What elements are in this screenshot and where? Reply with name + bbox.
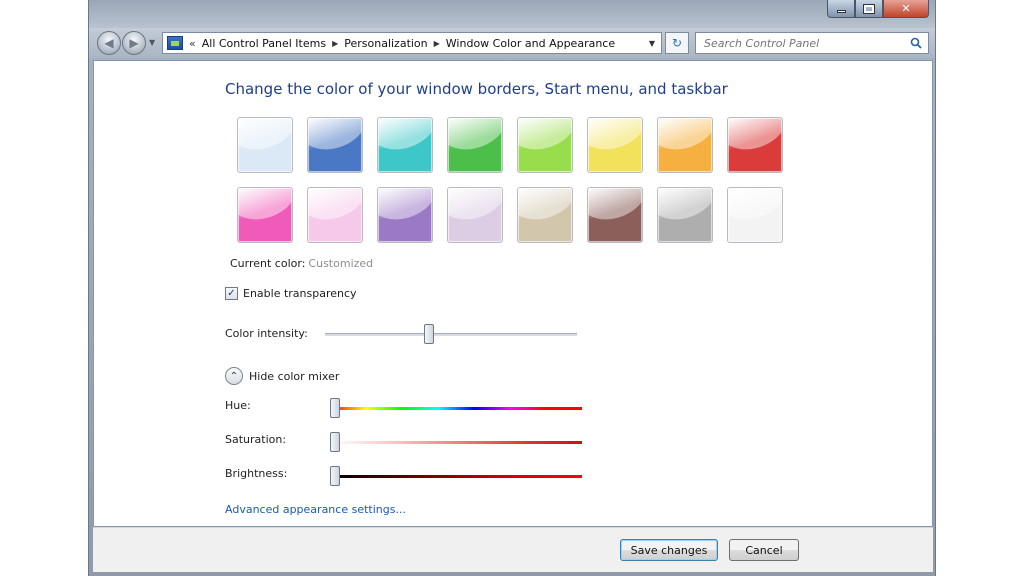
color-intensity-slider-thumb[interactable] bbox=[424, 324, 435, 344]
brightness-track[interactable] bbox=[330, 475, 582, 478]
background-right bbox=[936, 0, 1024, 576]
forward-arrow-icon: ▶ bbox=[129, 36, 139, 50]
color-swatch-chocolate[interactable] bbox=[587, 187, 643, 243]
overflow-chevron-icon[interactable]: « bbox=[189, 37, 196, 50]
color-swatch-lime[interactable] bbox=[517, 117, 573, 173]
color-swatch-lemon[interactable] bbox=[587, 117, 643, 173]
color-swatch-frost[interactable] bbox=[727, 187, 783, 243]
hide-color-mixer-toggle[interactable]: ⌃ Hide color mixer bbox=[225, 367, 339, 385]
saturation-track[interactable] bbox=[330, 441, 582, 444]
refresh-button[interactable]: ↻ bbox=[665, 32, 689, 54]
color-intensity-track[interactable] bbox=[325, 333, 577, 336]
color-swatch-sky[interactable] bbox=[237, 117, 293, 173]
color-intensity-label: Color intensity: bbox=[225, 327, 308, 340]
search-icon[interactable] bbox=[910, 37, 922, 49]
cancel-button[interactable]: Cancel bbox=[729, 539, 799, 561]
minimize-icon bbox=[836, 10, 846, 13]
caption-buttons: ✕ bbox=[827, 0, 929, 18]
saturation-slider-thumb[interactable] bbox=[330, 432, 340, 452]
maximize-button[interactable] bbox=[855, 0, 883, 18]
breadcrumb-personalization[interactable]: Personalization bbox=[344, 37, 427, 50]
content-pane: Change the color of your window borders,… bbox=[93, 60, 933, 527]
breadcrumb-window-color[interactable]: Window Color and Appearance bbox=[446, 37, 615, 50]
save-changes-button[interactable]: Save changes bbox=[620, 539, 718, 561]
color-swatch-lavender[interactable] bbox=[447, 187, 503, 243]
address-dropdown-icon[interactable]: ▼ bbox=[649, 39, 655, 48]
hide-color-mixer-label[interactable]: Hide color mixer bbox=[249, 370, 339, 383]
current-color-value: Customized bbox=[308, 257, 374, 270]
recent-pages-dropdown-icon[interactable]: ▼ bbox=[149, 38, 155, 47]
address-bar[interactable]: « All Control Panel Items ▶ Personalizat… bbox=[162, 32, 662, 54]
current-color-label: Current color: bbox=[230, 257, 306, 270]
color-swatch-leaf[interactable] bbox=[447, 117, 503, 173]
color-swatch-pumpkin[interactable] bbox=[657, 117, 713, 173]
enable-transparency[interactable]: ✓ Enable transparency bbox=[225, 287, 357, 300]
enable-transparency-label[interactable]: Enable transparency bbox=[243, 287, 357, 300]
back-arrow-icon: ◀ bbox=[104, 36, 114, 50]
maximize-icon bbox=[863, 3, 875, 14]
hue-slider-thumb[interactable] bbox=[330, 398, 340, 418]
control-panel-icon bbox=[167, 36, 183, 50]
search-box[interactable] bbox=[695, 32, 929, 54]
search-input[interactable] bbox=[704, 36, 904, 50]
color-swatch-violet[interactable] bbox=[377, 187, 433, 243]
control-panel-window: ✕ ◀ ▶ ▼ « All Control Panel Items ▶ Pers… bbox=[88, 0, 936, 576]
refresh-icon: ↻ bbox=[671, 36, 683, 50]
breadcrumb-separator-icon[interactable]: ▶ bbox=[332, 39, 338, 48]
navigation-bar: ◀ ▶ ▼ « All Control Panel Items ▶ Person… bbox=[89, 28, 935, 58]
color-swatch-fuchsia[interactable] bbox=[237, 187, 293, 243]
brightness-slider-thumb[interactable] bbox=[330, 466, 340, 486]
close-button[interactable]: ✕ bbox=[883, 0, 929, 18]
color-swatch-slate[interactable] bbox=[657, 187, 713, 243]
close-icon: ✕ bbox=[901, 2, 911, 15]
color-swatch-taupe[interactable] bbox=[517, 187, 573, 243]
advanced-appearance-settings-link[interactable]: Advanced appearance settings... bbox=[225, 503, 406, 516]
color-swatch-grid bbox=[237, 117, 783, 243]
enable-transparency-checkbox[interactable]: ✓ bbox=[225, 287, 238, 300]
background-left bbox=[0, 0, 88, 576]
current-color: Current color: Customized bbox=[230, 257, 373, 270]
breadcrumb-separator-icon[interactable]: ▶ bbox=[434, 39, 440, 48]
color-swatch-twilight[interactable] bbox=[307, 117, 363, 173]
hue-track[interactable] bbox=[330, 407, 582, 410]
page-title: Change the color of your window borders,… bbox=[225, 80, 728, 98]
brightness-label: Brightness: bbox=[225, 467, 288, 480]
chevron-up-icon[interactable]: ⌃ bbox=[225, 367, 243, 385]
color-swatch-ruby[interactable] bbox=[727, 117, 783, 173]
forward-button[interactable]: ▶ bbox=[122, 31, 146, 55]
breadcrumb-all-items[interactable]: All Control Panel Items bbox=[202, 37, 326, 50]
minimize-button[interactable] bbox=[827, 0, 855, 18]
hue-label: Hue: bbox=[225, 399, 251, 412]
back-button[interactable]: ◀ bbox=[97, 31, 121, 55]
color-swatch-blush[interactable] bbox=[307, 187, 363, 243]
footer-bar: Save changes Cancel bbox=[93, 527, 933, 572]
saturation-label: Saturation: bbox=[225, 433, 287, 446]
color-swatch-sea[interactable] bbox=[377, 117, 433, 173]
title-bar: ✕ bbox=[89, 0, 935, 28]
